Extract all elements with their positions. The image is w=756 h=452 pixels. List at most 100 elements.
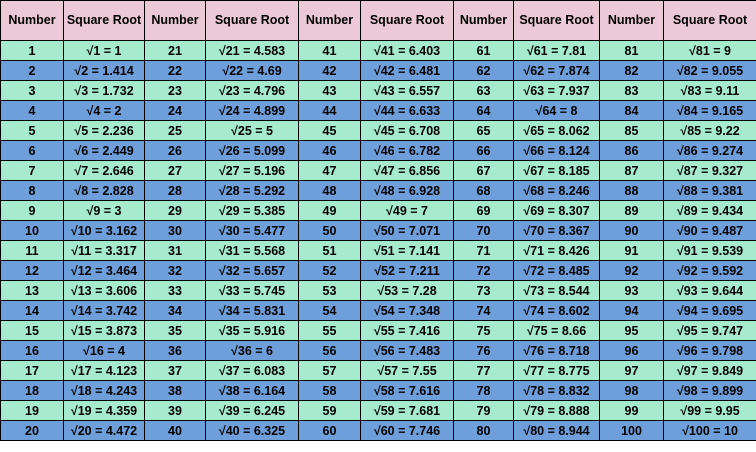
square-root-cell: √16 = 4 [63,340,145,361]
table-row: 9 √9 = 3 29 √29 = 5.385 49 √49 = 7 69 √69 = 8.3… [0,200,756,221]
square-root-cell: √44 = 6.633 [360,100,454,121]
number-header: Number [144,0,206,41]
square-root-cell: √48 = 6.928 [360,180,454,201]
square-root-cell: √34 = 5.831 [205,300,299,321]
square-root-cell: √37 = 6.083 [205,360,299,381]
number-cell: 33 [144,280,206,301]
number-cell: 59 [298,400,361,421]
table-row: 7 √7 = 2.646 27 √27 = 5.196 47 √47 = 6.856 67 √… [0,160,756,181]
number-cell: 14 [0,300,64,321]
square-root-cell: √64 = 8 [513,100,600,121]
number-cell: 73 [453,280,514,301]
number-cell: 81 [599,40,664,61]
square-root-cell: √5 = 2.236 [63,120,145,141]
square-root-cell: √9 = 3 [63,200,145,221]
table-body: 1 √1 = 1 21 √21 = 4.583 41 √41 = 6.403 61 √61 =… [0,40,756,441]
number-cell: 30 [144,220,206,241]
table-row: 20 √20 = 4.472 40 √40 = 6.325 60 √60 = 7.746 8… [0,420,756,441]
square-root-cell: √22 = 4.69 [205,60,299,81]
number-cell: 46 [298,140,361,161]
square-root-cell: √40 = 6.325 [205,420,299,441]
square-root-cell: √39 = 6.245 [205,400,299,421]
table-row: 5 √5 = 2.236 25 √25 = 5 45 √45 = 6.708 65 √65 =… [0,120,756,141]
square-root-cell: √53 = 7.28 [360,280,454,301]
number-cell: 45 [298,120,361,141]
number-cell: 32 [144,260,206,281]
number-cell: 93 [599,280,664,301]
table-row: 13 √13 = 3.606 33 √33 = 5.745 53 √53 = 7.28 73… [0,280,756,301]
table-row: 18 √18 = 4.243 38 √38 = 6.164 58 √58 = 7.616 7… [0,380,756,401]
number-cell: 43 [298,80,361,101]
square-root-cell: √12 = 3.464 [63,260,145,281]
square-root-cell: √46 = 6.782 [360,140,454,161]
number-cell: 55 [298,320,361,341]
number-header: Number [0,0,64,41]
table-row: 11 √11 = 3.317 31 √31 = 5.568 51 √51 = 7.141 7… [0,240,756,261]
table-row: 2 √2 = 1.414 22 √22 = 4.69 42 √42 = 6.481 62 √6… [0,60,756,81]
table-row: 17 √17 = 4.123 37 √37 = 6.083 57 √57 = 7.55 77… [0,360,756,381]
number-cell: 39 [144,400,206,421]
table-row: 12 √12 = 3.464 32 √32 = 5.657 52 √52 = 7.211 7… [0,260,756,281]
square-root-cell: √73 = 8.544 [513,280,600,301]
square-root-cell: √41 = 6.403 [360,40,454,61]
number-cell: 56 [298,340,361,361]
number-cell: 53 [298,280,361,301]
number-cell: 69 [453,200,514,221]
square-root-cell: √82 = 9.055 [663,60,756,81]
number-cell: 28 [144,180,206,201]
square-root-cell: √19 = 4.359 [63,400,145,421]
square-root-cell: √72 = 8.485 [513,260,600,281]
square-root-cell: √17 = 4.123 [63,360,145,381]
number-cell: 84 [599,100,664,121]
square-root-cell: √61 = 7.81 [513,40,600,61]
square-root-cell: √98 = 9.899 [663,380,756,401]
number-header: Number [599,0,664,41]
square-root-cell: √52 = 7.211 [360,260,454,281]
square-root-cell: √88 = 9.381 [663,180,756,201]
square-root-cell: √69 = 8.307 [513,200,600,221]
square-root-cell: √60 = 7.746 [360,420,454,441]
square-root-cell: √20 = 4.472 [63,420,145,441]
square-root-cell: √2 = 1.414 [63,60,145,81]
number-cell: 12 [0,260,64,281]
square-root-header: Square Root [205,0,299,41]
square-root-cell: √23 = 4.796 [205,80,299,101]
number-cell: 78 [453,380,514,401]
table-header: Number Square Root Number Square Root Number… [0,0,756,41]
square-root-header: Square Root [63,0,145,41]
number-cell: 67 [453,160,514,181]
number-cell: 63 [453,80,514,101]
number-cell: 54 [298,300,361,321]
square-root-cell: √36 = 6 [205,340,299,361]
number-cell: 16 [0,340,64,361]
table-row: 8 √8 = 2.828 28 √28 = 5.292 48 √48 = 6.928 68 √… [0,180,756,201]
number-cell: 50 [298,220,361,241]
number-cell: 10 [0,220,64,241]
table-row: 10 √10 = 3.162 30 √30 = 5.477 50 √50 = 7.071 7… [0,220,756,241]
square-root-cell: √51 = 7.141 [360,240,454,261]
number-cell: 29 [144,200,206,221]
square-root-cell: √80 = 8.944 [513,420,600,441]
number-cell: 52 [298,260,361,281]
number-cell: 1 [0,40,64,61]
square-root-cell: √92 = 9.592 [663,260,756,281]
square-root-cell: √54 = 7.348 [360,300,454,321]
number-cell: 83 [599,80,664,101]
square-root-cell: √58 = 7.616 [360,380,454,401]
square-root-cell: √59 = 7.681 [360,400,454,421]
square-root-cell: √84 = 9.165 [663,100,756,121]
square-root-cell: √99 = 9.95 [663,400,756,421]
square-root-cell: √96 = 9.798 [663,340,756,361]
number-cell: 72 [453,260,514,281]
square-root-cell: √26 = 5.099 [205,140,299,161]
square-root-cell: √81 = 9 [663,40,756,61]
number-cell: 5 [0,120,64,141]
square-root-cell: √77 = 8.775 [513,360,600,381]
square-root-cell: √25 = 5 [205,120,299,141]
number-cell: 23 [144,80,206,101]
square-root-cell: √56 = 7.483 [360,340,454,361]
number-cell: 20 [0,420,64,441]
square-root-cell: √29 = 5.385 [205,200,299,221]
square-root-cell: √76 = 8.718 [513,340,600,361]
square-root-cell: √85 = 9.22 [663,120,756,141]
